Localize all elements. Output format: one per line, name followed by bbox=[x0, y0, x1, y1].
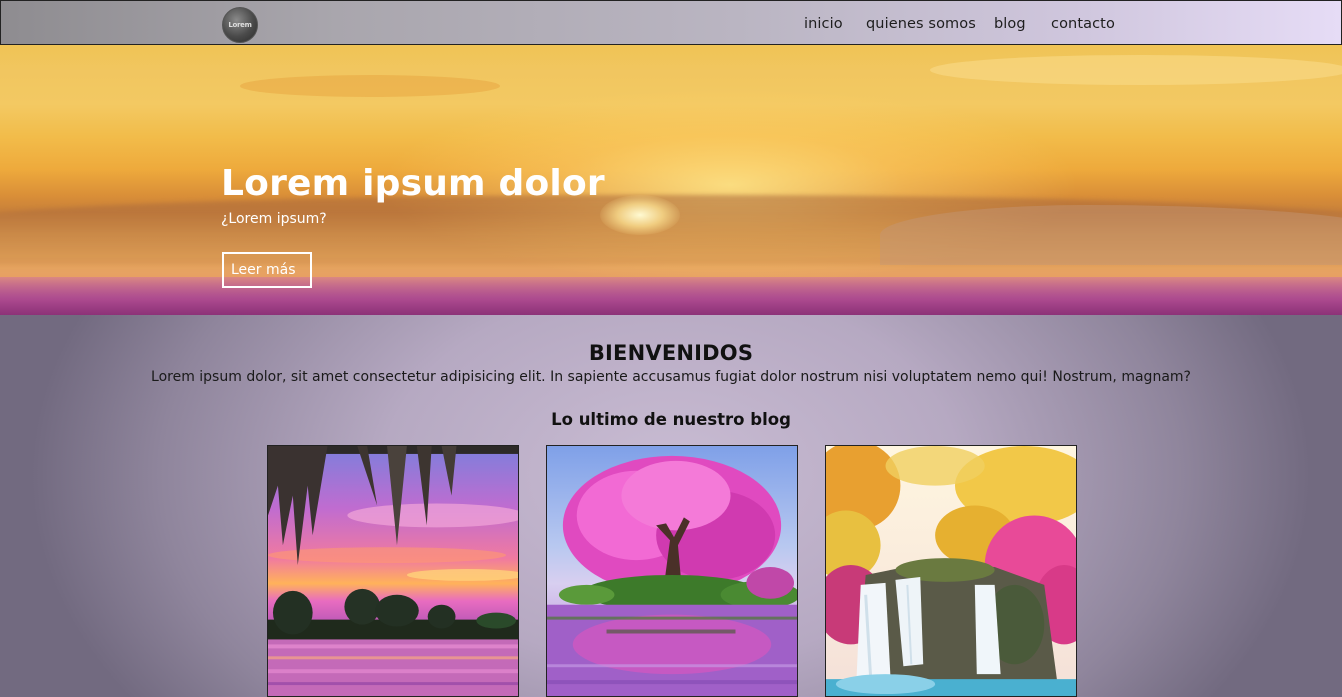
welcome-text: Lorem ipsum dolor, sit amet consectetur … bbox=[151, 369, 1191, 385]
hero-sun bbox=[600, 195, 680, 235]
hero-title: Lorem ipsum dolor bbox=[221, 163, 605, 204]
waterfall-image bbox=[826, 446, 1076, 696]
nav-link-blog[interactable]: blog bbox=[994, 16, 1026, 32]
hero-cloud bbox=[930, 55, 1342, 85]
read-more-button[interactable]: Leer más bbox=[222, 252, 312, 288]
pink-tree-image bbox=[547, 446, 797, 696]
hero-subtitle: ¿Lorem ipsum? bbox=[221, 211, 327, 227]
nav-link-contacto[interactable]: contacto bbox=[1051, 16, 1115, 32]
site-logo[interactable]: Lorem bbox=[222, 7, 258, 43]
nav-link-inicio[interactable]: inicio bbox=[804, 16, 843, 32]
swamp-sunset-image bbox=[268, 446, 518, 696]
hero-cloud bbox=[240, 75, 500, 97]
blog-section-heading: Lo ultimo de nuestro blog bbox=[551, 410, 791, 429]
nav-link-quienes-somos[interactable]: quienes somos bbox=[866, 16, 976, 32]
top-navbar: Lorem inicio quienes somos blog contacto bbox=[0, 0, 1342, 45]
hero-hills bbox=[880, 205, 1342, 265]
blog-card-swamp-sunset[interactable] bbox=[267, 445, 519, 697]
logo-text: Lorem bbox=[228, 21, 252, 29]
hero-banner: Lorem ipsum dolor ¿Lorem ipsum? Leer más bbox=[0, 45, 1342, 315]
hero-flower-field bbox=[0, 277, 1342, 315]
welcome-heading: BIENVENIDOS bbox=[588, 341, 754, 365]
main-content: BIENVENIDOS Lorem ipsum dolor, sit amet … bbox=[0, 315, 1342, 697]
blog-card-pink-tree[interactable] bbox=[546, 445, 798, 697]
blog-card-waterfall[interactable] bbox=[825, 445, 1077, 697]
